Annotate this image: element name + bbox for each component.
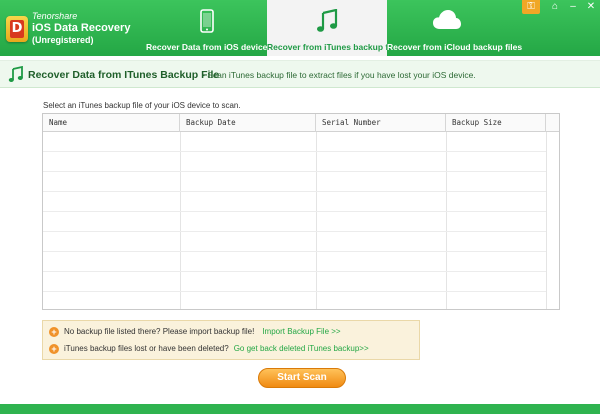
row-divider — [43, 191, 546, 192]
recover-deleted-backup-link[interactable]: Go get back deleted iTunes backup>> — [234, 342, 369, 356]
row-divider — [43, 291, 546, 292]
column-divider — [316, 132, 317, 309]
table-body[interactable] — [43, 132, 559, 309]
music-note-icon — [316, 8, 338, 35]
plus-icon: + — [49, 327, 59, 337]
logo-letter: D — [10, 20, 24, 38]
row-divider — [43, 151, 546, 152]
window-controls: ⚿ ⌂ – ✕ — [522, 0, 600, 14]
row-divider — [43, 271, 546, 272]
section-description: - Scan iTunes backup file to extract fil… — [202, 70, 476, 80]
tab-label: Recover from iTunes backup files — [267, 42, 403, 52]
table-header: Name Backup Date Serial Number Backup Si… — [43, 114, 559, 132]
row-divider — [43, 171, 546, 172]
app-logo: D — [6, 16, 28, 42]
tab-label: Recover from iCloud backup files — [387, 42, 523, 52]
import-hint-text: No backup file listed there? Please impo… — [64, 327, 255, 336]
app-header: D Tenorshare iOS Data Recovery (Unregist… — [0, 0, 600, 56]
tab-label: Recover Data from iOS device — [146, 42, 268, 52]
brand-registration: (Unregistered) — [32, 35, 94, 45]
section-header: Recover Data from ITunes Backup File - S… — [0, 60, 600, 88]
deleted-hint-row: + iTunes backup files lost or have been … — [49, 342, 369, 356]
key-icon[interactable]: ⚿ — [522, 0, 540, 14]
column-header-spacer — [546, 114, 560, 132]
plus-icon: + — [49, 344, 59, 354]
phone-icon — [199, 9, 214, 35]
column-header-backup-date[interactable]: Backup Date — [180, 114, 316, 132]
tab-recover-from-ios-device[interactable]: Recover Data from iOS device — [146, 0, 267, 56]
close-icon[interactable]: ✕ — [582, 0, 600, 14]
music-note-icon — [8, 65, 24, 85]
minimize-icon[interactable]: – — [564, 0, 582, 14]
brand-company: Tenorshare — [32, 11, 78, 21]
column-divider — [180, 132, 181, 309]
column-header-serial-number[interactable]: Serial Number — [316, 114, 446, 132]
help-panel: + No backup file listed there? Please im… — [42, 320, 420, 360]
tab-recover-from-itunes[interactable]: Recover from iTunes backup files — [267, 0, 403, 56]
brand-product: iOS Data Recovery — [32, 22, 131, 34]
import-backup-link[interactable]: Import Backup File >> — [262, 325, 340, 339]
row-divider — [43, 231, 546, 232]
import-hint-row: + No backup file listed there? Please im… — [49, 325, 341, 339]
section-title: Recover Data from ITunes Backup File — [28, 69, 220, 81]
row-divider — [43, 251, 546, 252]
column-divider — [446, 132, 447, 309]
backup-table: Name Backup Date Serial Number Backup Si… — [42, 113, 560, 310]
start-scan-button[interactable]: Start Scan — [258, 368, 346, 388]
row-divider — [43, 211, 546, 212]
home-icon[interactable]: ⌂ — [546, 0, 564, 14]
deleted-hint-text: iTunes backup files lost or have been de… — [64, 344, 229, 353]
instruction-text: Select an iTunes backup file of your iOS… — [43, 101, 241, 110]
bottom-bar — [0, 404, 600, 414]
brand: Tenorshare iOS Data Recovery (Unregister… — [32, 11, 130, 46]
column-header-backup-size[interactable]: Backup Size — [446, 114, 546, 132]
tab-recover-from-icloud[interactable]: Recover from iCloud backup files — [387, 0, 523, 56]
column-header-name[interactable]: Name — [43, 114, 180, 132]
column-divider — [546, 132, 547, 309]
cloud-icon — [432, 9, 462, 33]
